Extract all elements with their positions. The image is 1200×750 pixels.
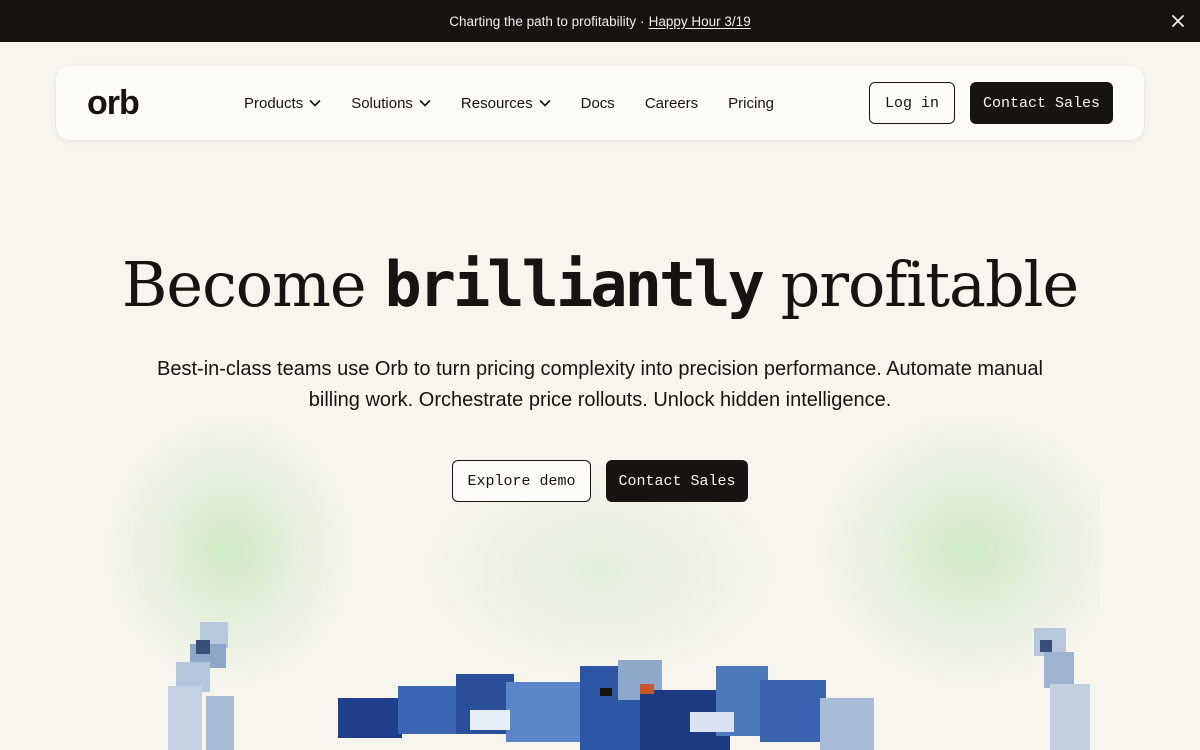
right-figure	[1034, 628, 1090, 750]
hero-headline: Become brilliantly profitable	[0, 248, 1200, 321]
announcement-text: Charting the path to profitability	[449, 13, 637, 29]
nav-item-label: Docs	[580, 94, 615, 112]
nav-item-label: Careers	[644, 94, 699, 112]
close-icon[interactable]	[1168, 11, 1188, 31]
chevron-down-icon	[539, 99, 551, 107]
pixel-race-car-illustration	[168, 622, 1090, 750]
nav-item-resources[interactable]: Resources	[461, 95, 551, 112]
hero-subtitle: Best-in-class teams use Orb to turn pric…	[157, 358, 1043, 411]
nav-item-pricing[interactable]: Pricing	[728, 95, 774, 112]
left-figure	[168, 622, 234, 750]
nav-item-label: Solutions	[351, 94, 413, 112]
nav-item-products[interactable]: Products	[244, 95, 321, 112]
chevron-down-icon	[419, 99, 431, 107]
announcement-bar: Charting the path to profitability · Hap…	[0, 0, 1200, 42]
car-body	[338, 660, 874, 750]
chevron-down-icon	[309, 99, 321, 107]
explore-demo-button[interactable]: Explore demo	[452, 460, 591, 502]
headline-end: profitable	[780, 248, 1080, 321]
login-button[interactable]: Log in	[869, 82, 955, 124]
orb-logo[interactable]: orb	[87, 84, 140, 123]
happy-hour-link[interactable]: Happy Hour 3/19	[649, 14, 751, 29]
hero-contact-sales-button[interactable]: Contact Sales	[606, 460, 748, 502]
nav-item-docs[interactable]: Docs	[581, 95, 615, 112]
nav-item-label: Pricing	[728, 94, 775, 112]
nav-item-label: Resources	[460, 94, 533, 112]
announcement-separator: ·	[640, 13, 645, 29]
headline-pixel-word: brilliantly	[384, 248, 765, 321]
main-nav: orb Products Solutions Resources Docs Ca…	[56, 66, 1144, 140]
contact-sales-button[interactable]: Contact Sales	[970, 82, 1113, 124]
nav-item-label: Products	[244, 94, 304, 112]
headline-start: Become	[121, 248, 367, 321]
nav-item-solutions[interactable]: Solutions	[351, 95, 431, 112]
nav-menu: Products Solutions Resources Docs Career…	[244, 66, 804, 140]
nav-item-careers[interactable]: Careers	[645, 95, 698, 112]
